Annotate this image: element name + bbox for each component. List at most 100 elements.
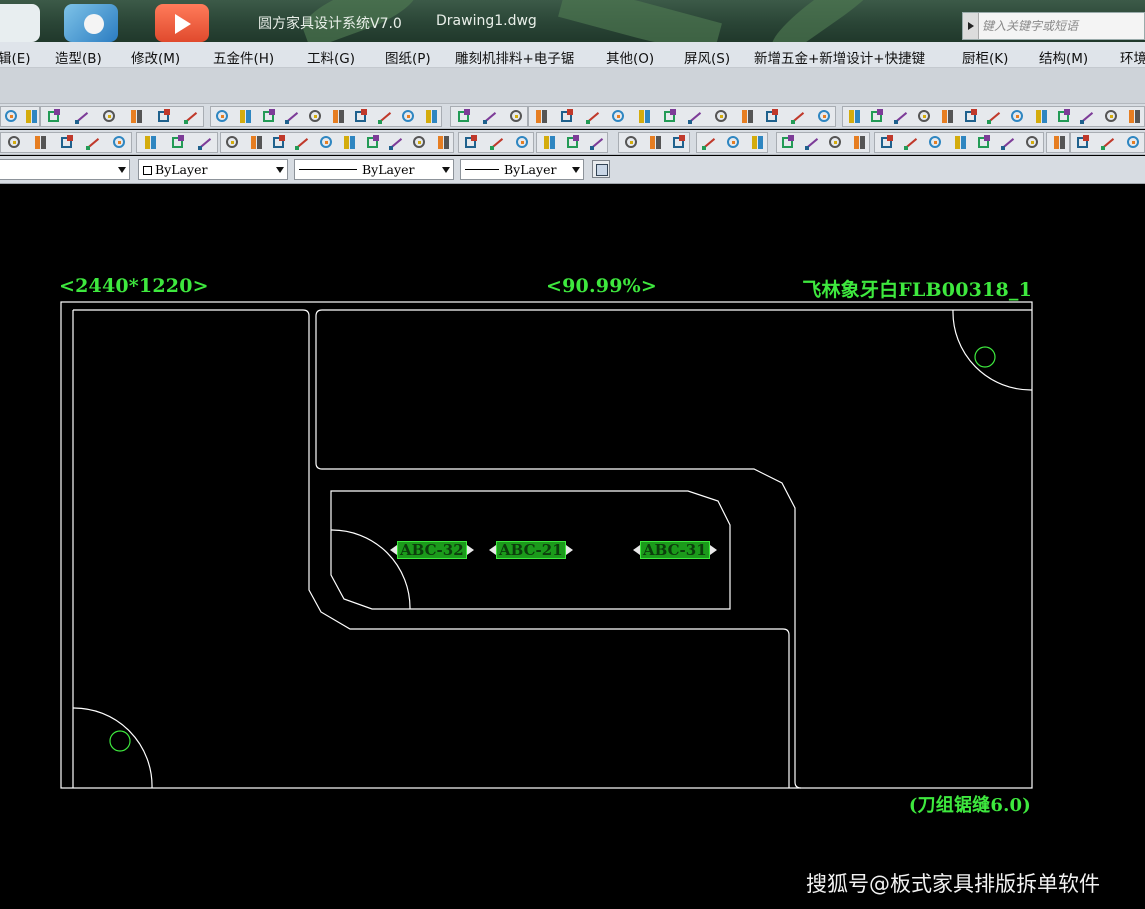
toolbar-tool-icon[interactable] <box>687 108 704 125</box>
toolbar-tool-icon[interactable] <box>224 134 241 151</box>
toolbar-tool-icon[interactable] <box>585 108 602 125</box>
toolbar-tool-icon[interactable] <box>1100 134 1117 151</box>
toolbar-tool-icon[interactable] <box>128 108 145 125</box>
toolbar-tool-icon[interactable] <box>377 108 394 125</box>
toolbar-tool-icon[interactable] <box>1056 108 1073 125</box>
menu-environment[interactable]: 环境 <box>1120 47 1145 67</box>
toolbar-tool-icon[interactable] <box>423 108 440 125</box>
toolbar-tool-icon[interactable] <box>559 108 576 125</box>
toolbar-tool-icon[interactable] <box>6 134 23 151</box>
toolbar-tool-icon[interactable] <box>183 108 200 125</box>
layer-combo[interactable] <box>0 159 130 180</box>
toolbar-tool-icon[interactable] <box>1009 108 1026 125</box>
toolbar-tool-icon[interactable] <box>248 134 265 151</box>
toolbar-tool-icon[interactable] <box>1000 134 1017 151</box>
menu-new-hardware-shortcuts[interactable]: 新增五金+新增设计+快捷键 <box>754 47 925 67</box>
toolbar-tool-icon[interactable] <box>482 108 499 125</box>
toolbar-tool-icon[interactable] <box>764 108 781 125</box>
toolbar-tool-icon[interactable] <box>237 108 254 125</box>
linetype-combo[interactable]: ByLayer <box>294 159 454 180</box>
toolbar-tool-icon[interactable] <box>74 108 91 125</box>
menu-modify[interactable]: 修改(M) <box>131 47 180 67</box>
toolbar-tool-icon[interactable] <box>1024 134 1041 151</box>
toolbar-tool-icon[interactable] <box>939 108 956 125</box>
toolbar-tool-icon[interactable] <box>713 108 730 125</box>
toolbar-tool-icon[interactable] <box>1033 108 1050 125</box>
drawing-canvas[interactable]: <2440*1220> <90.99%> 飞林象牙白FLB00318_1 (刀组… <box>0 185 1145 909</box>
toolbar-tool-icon[interactable] <box>46 108 63 125</box>
toolbar-tool-icon[interactable] <box>827 134 844 151</box>
toolbar-tool-icon[interactable] <box>318 134 335 151</box>
toolbar-tool-icon[interactable] <box>671 134 688 151</box>
toolbar-tool-icon[interactable] <box>400 108 417 125</box>
menu-kitchen[interactable]: 厨柜(K) <box>962 47 1008 67</box>
toolbar-tool-icon[interactable] <box>353 108 370 125</box>
toolbar-tool-icon[interactable] <box>3 108 20 125</box>
toolbar-tool-icon[interactable] <box>893 108 910 125</box>
toolbar-tool-icon[interactable] <box>261 108 278 125</box>
toolbar-tool-icon[interactable] <box>623 134 640 151</box>
toolbar-tool-icon[interactable] <box>804 134 821 151</box>
search-input[interactable] <box>982 15 1142 37</box>
toolbar-tool-icon[interactable] <box>662 108 679 125</box>
toolbar-tool-icon[interactable] <box>85 134 102 151</box>
toolbar-tool-icon[interactable] <box>790 108 807 125</box>
toolbar-tool-icon[interactable] <box>435 134 452 151</box>
toolbar-tool-icon[interactable] <box>508 108 525 125</box>
toolbar-tool-icon[interactable] <box>869 108 886 125</box>
toolbar-tool-icon[interactable] <box>851 134 868 151</box>
toolbar-tool-icon[interactable] <box>156 108 173 125</box>
toolbar-tool-icon[interactable] <box>879 134 896 151</box>
menu-nesting-saw[interactable]: 雕刻机排料+电子锯 <box>455 47 574 67</box>
menu-materials[interactable]: 工料(G) <box>307 47 355 67</box>
toolbar-tool-icon[interactable] <box>307 108 324 125</box>
toolbar-tool-icon[interactable] <box>59 134 76 151</box>
toolbar-tool-icon[interactable] <box>365 134 382 151</box>
toolbar-tool-icon[interactable] <box>111 134 128 151</box>
toolbar-tool-icon[interactable] <box>142 134 159 151</box>
part-tag[interactable]: ABC-32 <box>390 541 474 559</box>
toolbar-tool-icon[interactable] <box>32 134 49 151</box>
menu-edit[interactable]: 辑(E) <box>0 47 31 67</box>
toolbar-tool-icon[interactable] <box>927 134 944 151</box>
toolbar-tool-icon[interactable] <box>489 134 506 151</box>
toolbar-tool-icon[interactable] <box>986 108 1003 125</box>
toolbar-tool-icon[interactable] <box>749 134 766 151</box>
menu-structure[interactable]: 结构(M) <box>1039 47 1088 67</box>
toolbar-tool-icon[interactable] <box>541 134 558 151</box>
play-app-icon[interactable] <box>155 4 209 42</box>
toolbar-tool-icon[interactable] <box>514 134 531 151</box>
toolbar-tool-icon[interactable] <box>330 108 347 125</box>
toolbar-tool-icon[interactable] <box>846 108 863 125</box>
toolbar-tool-icon[interactable] <box>411 134 428 151</box>
toolbar-tool-icon[interactable] <box>23 108 40 125</box>
toolbar-tool-icon[interactable] <box>463 134 480 151</box>
toolbar-tool-icon[interactable] <box>589 134 606 151</box>
menu-modeling[interactable]: 造型(B) <box>55 47 102 67</box>
toolbar-tool-icon[interactable] <box>1075 134 1092 151</box>
part-tag[interactable]: ABC-31 <box>633 541 717 559</box>
toolbar-tool-icon[interactable] <box>170 134 187 151</box>
toolbar-tool-icon[interactable] <box>214 108 231 125</box>
menu-drawings[interactable]: 图纸(P) <box>385 47 431 67</box>
toolbar-tool-icon[interactable] <box>341 134 358 151</box>
menu-other[interactable]: 其他(O) <box>606 47 654 67</box>
toolbar-tool-icon[interactable] <box>647 134 664 151</box>
toolbar-tool-icon[interactable] <box>976 134 993 151</box>
toolbar-tool-icon[interactable] <box>1126 108 1143 125</box>
toolbar-tool-icon[interactable] <box>1051 134 1068 151</box>
toolbar-tool-icon[interactable] <box>1079 108 1096 125</box>
toolbar-tool-icon[interactable] <box>636 108 653 125</box>
menu-screen[interactable]: 屏风(S) <box>684 47 730 67</box>
toolbar-tool-icon[interactable] <box>963 108 980 125</box>
toolbar-tool-icon[interactable] <box>701 134 718 151</box>
toolbar-tool-icon[interactable] <box>1103 108 1120 125</box>
toolbar-tool-icon[interactable] <box>388 134 405 151</box>
color-combo[interactable]: ByLayer <box>138 159 288 180</box>
toolbar-tool-icon[interactable] <box>1125 134 1142 151</box>
toolbar-tool-icon[interactable] <box>456 108 473 125</box>
toolbar-tool-icon[interactable] <box>903 134 920 151</box>
toolbar-tool-icon[interactable] <box>816 108 833 125</box>
toolbar-tool-icon[interactable] <box>780 134 797 151</box>
toolbar-tool-icon[interactable] <box>533 108 550 125</box>
